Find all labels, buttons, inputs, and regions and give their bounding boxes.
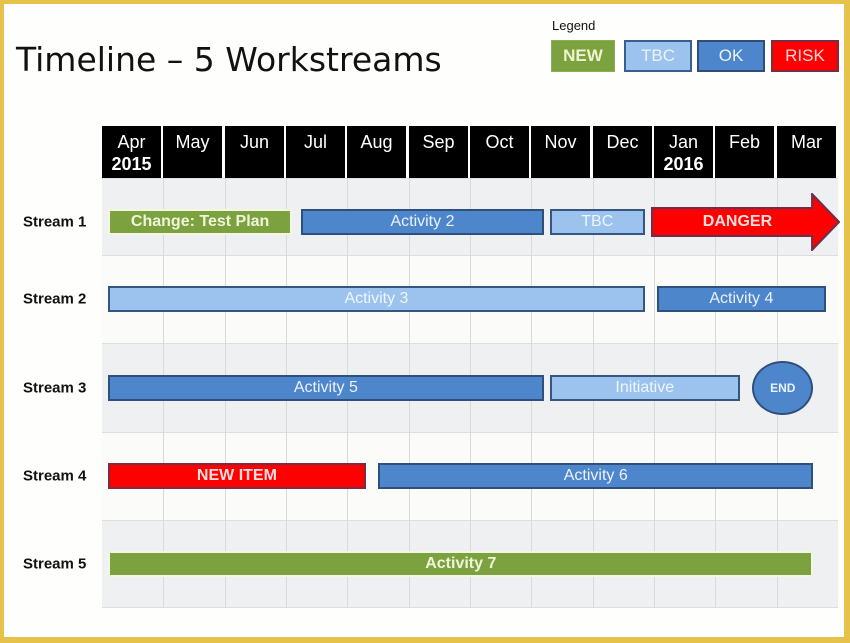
month-header: Jan 2016: [654, 126, 715, 178]
month-label: Nov: [544, 132, 577, 152]
month-header: Nov: [531, 126, 592, 178]
month-header: Apr 2015: [102, 126, 163, 178]
stream-label: Stream 2: [23, 290, 87, 308]
activity-bar[interactable]: Activity 2: [301, 209, 544, 235]
month-header: Sep: [409, 126, 470, 178]
month-label: Apr: [117, 132, 146, 152]
activity-bar[interactable]: Initiative: [549, 374, 740, 401]
month-label: Oct: [485, 132, 514, 152]
stream-label: Stream 1: [23, 213, 87, 231]
end-milestone[interactable]: END: [752, 360, 814, 415]
arrow-label: DANGER: [702, 213, 773, 230]
month-header: Dec: [593, 126, 654, 178]
stream-label: Stream 5: [23, 555, 87, 573]
month-header: May: [163, 126, 224, 178]
slide: Timeline – 5 Workstreams Legend NEW TBC …: [4, 4, 844, 637]
activity-bar[interactable]: Activity 3: [108, 286, 645, 312]
timeline-grid: Apr 2015 May Jun Jul Aug Sep Oct Nov Dec Jan 2016 Fe…: [102, 126, 840, 608]
stream-label: Stream 4: [23, 467, 87, 485]
year-label: 2016: [663, 154, 704, 174]
month-label: Feb: [728, 132, 761, 152]
year-label: 2015: [111, 154, 152, 174]
month-label: May: [175, 132, 210, 152]
month-header: Mar: [777, 126, 838, 178]
month-label: Mar: [791, 132, 822, 152]
legend-risk: RISK: [771, 40, 839, 72]
month-header: Jul: [286, 126, 347, 178]
month-label: Jun: [239, 132, 270, 152]
legend-label: Legend: [552, 18, 596, 33]
activity-bar[interactable]: Activity 6: [378, 463, 814, 489]
legend-tbc: TBC: [624, 40, 692, 72]
activity-bar[interactable]: Change: Test Plan: [108, 209, 293, 235]
month-label: Jul: [303, 132, 327, 152]
month-header: Aug: [347, 126, 408, 178]
activity-bar[interactable]: Activity 4: [657, 286, 826, 312]
activity-bar[interactable]: Activity 7: [108, 551, 814, 577]
legend-new: NEW: [551, 40, 615, 72]
month-header: Feb: [715, 126, 776, 178]
legend-ok: OK: [697, 40, 765, 72]
month-header: Oct: [470, 126, 531, 178]
activity-bar[interactable]: TBC: [549, 209, 645, 235]
month-label: Dec: [606, 132, 639, 152]
activity-bar[interactable]: Activity 5: [108, 374, 544, 401]
month-label: Sep: [422, 132, 455, 152]
month-header: Jun: [225, 126, 286, 178]
page-title: Timeline – 5 Workstreams: [16, 40, 442, 79]
month-label: Jan: [668, 132, 699, 152]
stream-label: Stream 3: [23, 379, 87, 396]
activity-bar[interactable]: NEW ITEM: [108, 463, 366, 489]
month-label: Aug: [360, 132, 393, 152]
